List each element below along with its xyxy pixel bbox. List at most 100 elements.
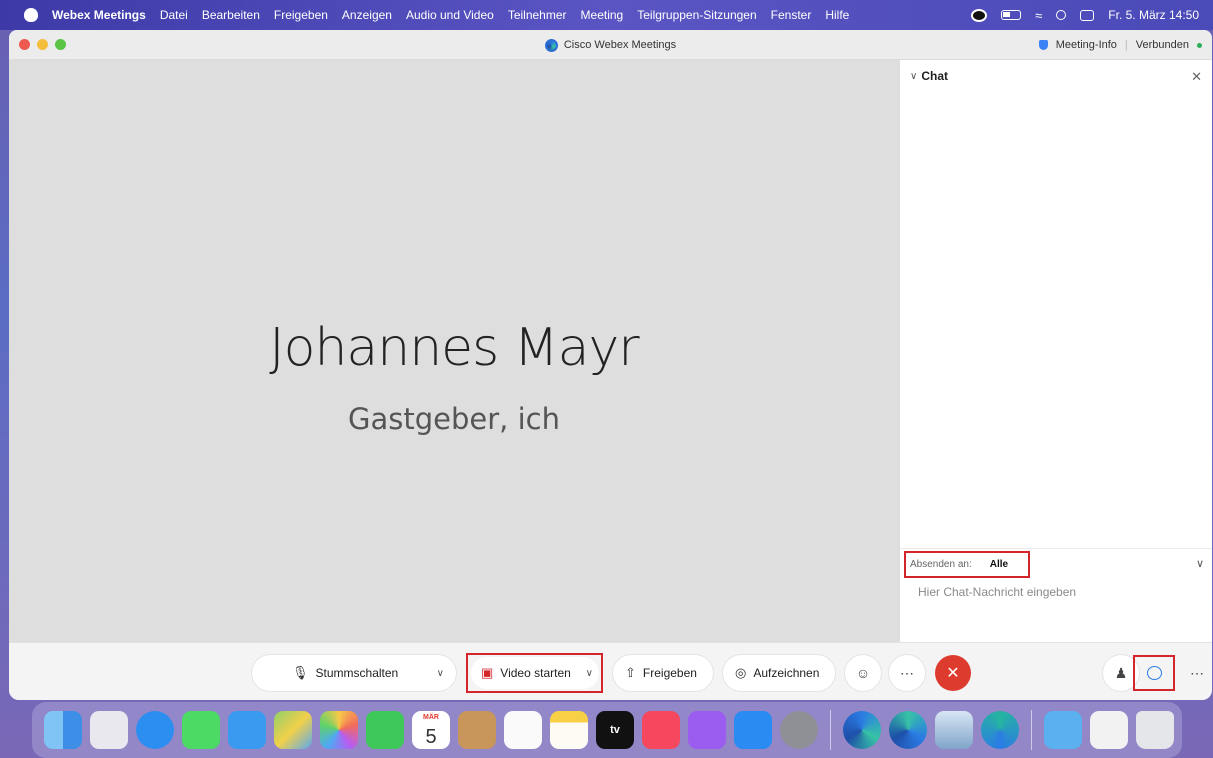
- participants-icon: ♟: [1114, 664, 1128, 681]
- more-icon: ⋯: [1190, 664, 1204, 681]
- menu-teilgruppen[interactable]: Teilgruppen-Sitzungen: [637, 8, 756, 22]
- more-options-button[interactable]: ⋯: [889, 655, 925, 691]
- menu-meeting[interactable]: Meeting: [581, 8, 624, 22]
- record-label: Aufzeichnen: [753, 666, 820, 680]
- dock: MÄR 5 tv: [32, 702, 1182, 758]
- dock-separator: [830, 710, 831, 750]
- menu-anzeigen[interactable]: Anzeigen: [342, 8, 392, 22]
- calendar-day: 5: [425, 726, 437, 748]
- facetime-icon[interactable]: [366, 711, 404, 749]
- app-store-icon[interactable]: [734, 711, 772, 749]
- tv-icon[interactable]: tv: [596, 711, 634, 749]
- more-icon: ⋯: [900, 664, 914, 681]
- spotlight-icon[interactable]: [1056, 10, 1067, 20]
- chat-panel: ∨ Chat ✕ Absenden an: Alle ∨: [899, 60, 1212, 642]
- menu-datei[interactable]: Datei: [160, 8, 188, 22]
- chat-bubble-icon: [1146, 666, 1162, 680]
- document-icon[interactable]: [1090, 711, 1128, 749]
- start-video-button[interactable]: ▣ Video starten ∨: [471, 657, 599, 689]
- chat-title: Chat: [921, 69, 948, 83]
- microphone-icon: 🎙: [292, 665, 309, 680]
- send-to-selector[interactable]: Absenden an: Alle: [904, 551, 1030, 578]
- chevron-down-icon[interactable]: ∨: [437, 668, 444, 679]
- share-icon: ⇧: [625, 665, 636, 680]
- title-bar-right: Meeting-Info | Verbunden: [1038, 30, 1202, 60]
- maps-icon[interactable]: [274, 711, 312, 749]
- video-off-icon: ▣: [481, 665, 494, 680]
- menu-bearbeiten[interactable]: Bearbeiten: [202, 8, 260, 22]
- chat-button[interactable]: [1133, 655, 1175, 691]
- record-button[interactable]: ◎ Aufzeichnen: [723, 655, 835, 691]
- dock-separator: [1031, 710, 1032, 750]
- webex-window: Cisco Webex Meetings Meeting-Info | Verb…: [9, 30, 1212, 700]
- menu-audio-video[interactable]: Audio und Video: [406, 8, 494, 22]
- title-separator: |: [1124, 39, 1128, 51]
- share-button[interactable]: ⇧ Freigeben: [613, 655, 713, 691]
- webex-meetings-icon[interactable]: [843, 711, 881, 749]
- trash-icon[interactable]: [1136, 711, 1174, 749]
- more-panels-button[interactable]: ⋯: [1179, 655, 1212, 691]
- screen-record-icon[interactable]: [971, 8, 988, 22]
- participant-role: Gastgeber, ich: [348, 402, 560, 436]
- menu-bar: Webex Meetings Datei Bearbeiten Freigebe…: [0, 0, 1213, 30]
- mute-button[interactable]: 🎙 Stummschalten ∨: [252, 655, 456, 691]
- downloads-folder-icon[interactable]: [1044, 711, 1082, 749]
- reactions-button[interactable]: ☺: [845, 655, 881, 691]
- window-title-text: Cisco Webex Meetings: [563, 39, 677, 51]
- podcasts-icon[interactable]: [688, 711, 726, 749]
- webex-logo-icon: [544, 38, 558, 52]
- connected-indicator-icon: [1197, 42, 1202, 48]
- send-to-label: Absenden an:: [910, 559, 972, 570]
- apple-menu-icon[interactable]: [24, 8, 38, 22]
- window-title: Cisco Webex Meetings: [9, 30, 1212, 60]
- video-label: Video starten: [500, 666, 571, 680]
- reminders-icon[interactable]: [504, 711, 542, 749]
- webex-icon[interactable]: [889, 711, 927, 749]
- preview-icon[interactable]: [935, 711, 973, 749]
- chevron-down-icon[interactable]: ∨: [910, 71, 917, 82]
- menu-fenster[interactable]: Fenster: [771, 8, 812, 22]
- menu-freigeben[interactable]: Freigeben: [274, 8, 328, 22]
- calendar-month: MÄR: [423, 714, 439, 721]
- smiley-icon: ☺: [855, 665, 871, 681]
- menu-teilnehmer[interactable]: Teilnehmer: [508, 8, 567, 22]
- photos-icon[interactable]: [320, 711, 358, 749]
- system-preferences-icon[interactable]: [780, 711, 818, 749]
- menu-clock[interactable]: Fr. 5. März 14:50: [1108, 8, 1199, 22]
- safari-icon[interactable]: [136, 711, 174, 749]
- share-label: Freigeben: [642, 666, 697, 680]
- chevron-down-icon[interactable]: ∨: [1196, 557, 1204, 570]
- video-stage: Johannes Mayr Gastgeber, ich: [9, 60, 899, 642]
- connection-status: Verbunden: [1135, 39, 1189, 51]
- title-bar: Cisco Webex Meetings Meeting-Info | Verb…: [9, 30, 1212, 60]
- control-center-icon[interactable]: [1080, 9, 1095, 21]
- battery-icon[interactable]: [1001, 10, 1022, 20]
- end-meeting-button[interactable]: ✕: [935, 655, 971, 691]
- messages-icon[interactable]: [182, 711, 220, 749]
- send-to-value[interactable]: Alle: [990, 559, 1008, 570]
- close-icon: ✕: [946, 665, 960, 682]
- calendar-icon[interactable]: MÄR 5: [412, 711, 450, 749]
- wifi-icon[interactable]: ≈: [1035, 8, 1042, 23]
- mail-icon[interactable]: [228, 711, 266, 749]
- close-icon[interactable]: ✕: [1191, 69, 1202, 85]
- chevron-down-icon[interactable]: ∨: [586, 668, 593, 679]
- menu-app-name[interactable]: Webex Meetings: [52, 8, 146, 22]
- launchpad-icon[interactable]: [90, 711, 128, 749]
- notes-icon[interactable]: [550, 711, 588, 749]
- menu-bar-status: ≈ Fr. 5. März 14:50: [971, 0, 1199, 30]
- meeting-info-link[interactable]: Meeting-Info: [1056, 39, 1117, 51]
- shield-icon: [1038, 40, 1048, 50]
- chat-message-input[interactable]: [918, 585, 1198, 599]
- music-icon[interactable]: [642, 711, 680, 749]
- participant-name: Johannes Mayr: [269, 318, 639, 378]
- meeting-controls: 🎙 Stummschalten ∨ ▣ Video starten ∨ ⇧ Fr…: [9, 642, 1212, 700]
- contacts-icon[interactable]: [458, 711, 496, 749]
- webex-teams-icon[interactable]: [981, 711, 1019, 749]
- chat-composer: Absenden an: Alle ∨: [900, 548, 1212, 642]
- mute-label: Stummschalten: [315, 666, 399, 680]
- menu-hilfe[interactable]: Hilfe: [825, 8, 849, 22]
- record-icon: ◎: [735, 665, 747, 680]
- chat-header[interactable]: ∨ Chat: [900, 60, 1212, 92]
- finder-icon[interactable]: [44, 711, 82, 749]
